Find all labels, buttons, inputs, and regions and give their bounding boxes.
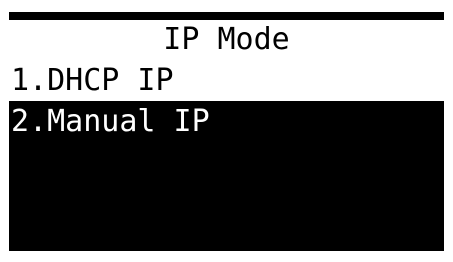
screen-title: IP Mode (9, 20, 444, 60)
ip-mode-menu: 1.DHCP IP 2.Manual IP (9, 60, 444, 142)
lcd-device: IP Mode 1.DHCP IP 2.Manual IP (0, 0, 453, 262)
menu-item-manual-ip[interactable]: 2.Manual IP (9, 101, 444, 142)
menu-item-dhcp-ip[interactable]: 1.DHCP IP (9, 60, 444, 101)
lcd-screen: IP Mode 1.DHCP IP 2.Manual IP (9, 12, 444, 251)
